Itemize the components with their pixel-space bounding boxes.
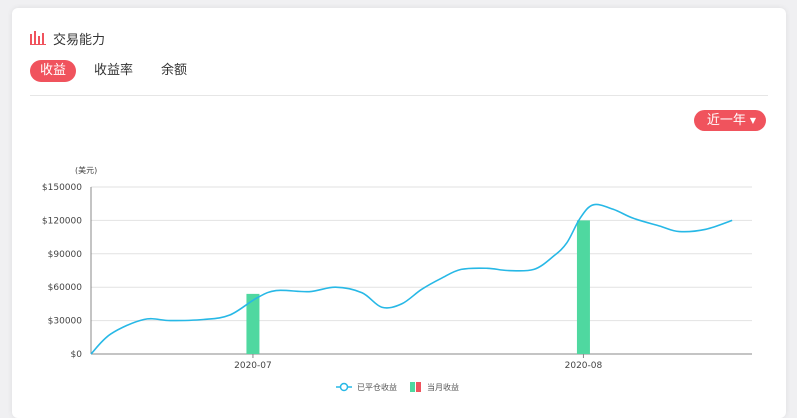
x-tick-label: 2020-08 bbox=[565, 361, 603, 371]
line-closed-income bbox=[90, 203, 733, 355]
y-tick-label: $120000 bbox=[42, 216, 82, 226]
x-tick-label: 2020-07 bbox=[234, 361, 272, 371]
y-tick-label: $60000 bbox=[48, 283, 83, 293]
y-axis-label: (美元) bbox=[75, 165, 97, 175]
y-tick-label: $150000 bbox=[42, 183, 82, 193]
legend-label-closed-income: 已平仓收益 bbox=[357, 382, 397, 392]
legend-line-marker bbox=[339, 382, 349, 392]
y-tick-label: $30000 bbox=[48, 317, 83, 327]
bar-monthly-income bbox=[576, 220, 590, 354]
y-tick-label: $0 bbox=[71, 350, 83, 360]
legend-bar-swatch-green bbox=[410, 382, 415, 392]
legend-bar-swatch-red bbox=[416, 382, 421, 392]
income-chart: (美元) $150000 $120000 $90000 $60000 $30000 $0 20… bbox=[42, 165, 752, 392]
y-tick-label: $90000 bbox=[48, 250, 83, 260]
legend-label-monthly-income: 当月收益 bbox=[427, 382, 459, 392]
